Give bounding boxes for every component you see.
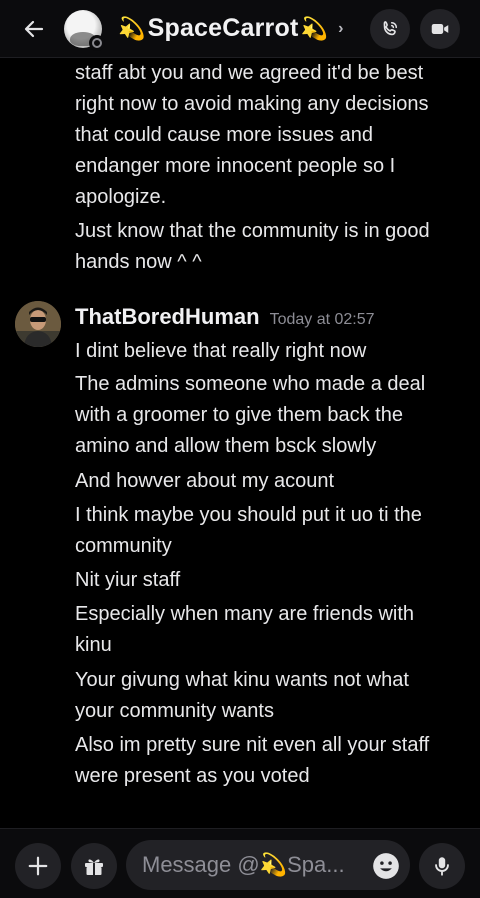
message-line: And howver about my acount — [75, 470, 335, 492]
voice-message-button[interactable] — [419, 843, 465, 889]
microphone-icon — [435, 857, 449, 876]
message-header: ThatBoredHuman Today at 02:57 — [75, 304, 375, 330]
message-line: amino and allow them bsck slowly — [75, 435, 377, 457]
plus-icon — [28, 856, 48, 876]
message-list[interactable]: staff abt you and we agreed it'd be best… — [0, 58, 480, 828]
video-camera-icon — [431, 23, 449, 35]
composer-bar: Message @💫Spa... — [0, 828, 480, 898]
gift-button[interactable] — [71, 843, 117, 889]
channel-title[interactable]: 💫 SpaceCarrot 💫 › — [116, 14, 344, 43]
chat-header: 💫 SpaceCarrot 💫 › — [0, 0, 480, 58]
video-call-button[interactable] — [420, 9, 460, 49]
message-line: Especially when many are friends with — [75, 603, 415, 625]
add-attachment-button[interactable] — [15, 843, 61, 889]
emoji-icon[interactable] — [372, 852, 400, 880]
sparkle-emoji: 💫 — [118, 15, 146, 41]
message-line: with a groomer to give them back the — [75, 404, 403, 426]
message-line: your community wants — [75, 700, 274, 722]
author-name[interactable]: ThatBoredHuman — [75, 304, 260, 330]
message-line: endanger more innocent people so I — [75, 155, 396, 177]
message-line: apologize. — [75, 186, 167, 208]
message-line: were present as you voted — [75, 765, 310, 787]
status-indicator — [89, 34, 105, 51]
phone-icon — [383, 21, 397, 36]
arrow-left-icon — [24, 20, 44, 37]
message-line: hands now ^ ^ — [75, 251, 202, 273]
gift-icon — [85, 859, 103, 875]
message-line: staff abt you and we agreed it'd be best — [75, 62, 424, 84]
message-line: The admins someone who made a deal — [75, 373, 426, 395]
message-line: Nit yiur staff — [75, 569, 181, 591]
message-line: kinu — [75, 634, 112, 656]
recipient-name: SpaceCarrot — [147, 14, 299, 42]
author-avatar[interactable] — [15, 301, 61, 347]
message-timestamp: Today at 02:57 — [269, 311, 375, 328]
message-line: Just know that the community is in good — [75, 220, 430, 242]
sparkle-emoji: 💫 — [300, 15, 329, 41]
message-input[interactable]: Message @💫Spa... — [126, 840, 410, 890]
back-button[interactable] — [14, 9, 54, 49]
message-line: Your givung what kinu wants not what — [75, 669, 409, 691]
message-line: I think maybe you should put it uo ti th… — [75, 504, 422, 526]
message-placeholder: Message @💫Spa... — [142, 852, 345, 877]
message-line: right now to avoid making any decisions — [75, 93, 429, 115]
voice-call-button[interactable] — [370, 9, 410, 49]
message-line: Also im pretty sure nit even all your st… — [75, 734, 430, 756]
message-line: that could cause more issues and — [75, 124, 373, 146]
recipient-avatar[interactable] — [64, 9, 105, 51]
message-line: I dint believe that really right now — [75, 340, 367, 362]
chevron-right-icon: › — [338, 19, 344, 37]
message-line: community — [75, 535, 172, 557]
